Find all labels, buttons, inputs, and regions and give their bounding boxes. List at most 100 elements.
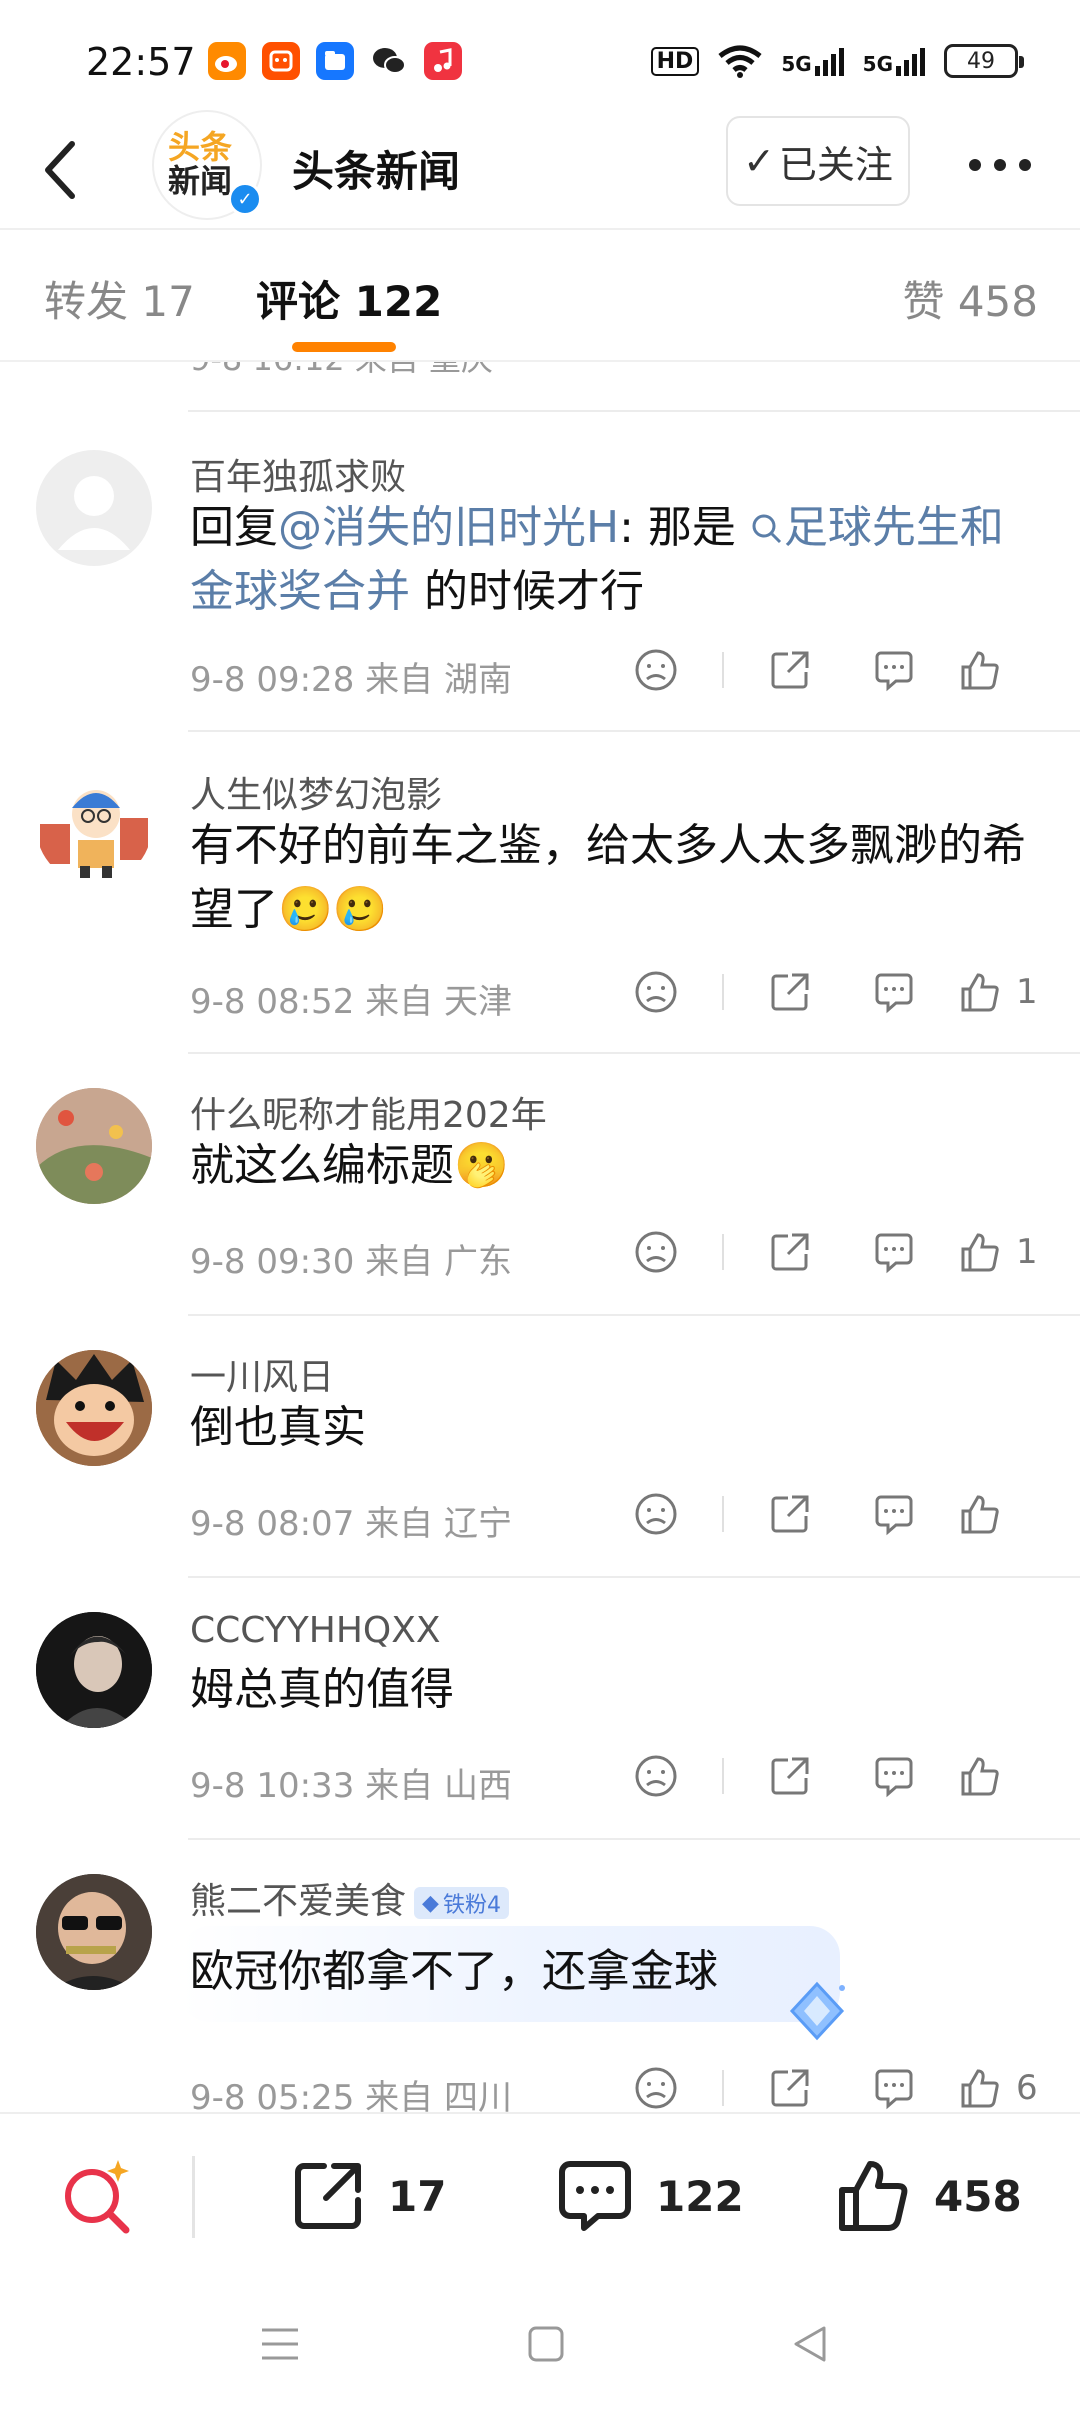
- repost-icon: [295, 2163, 361, 2229]
- like-button[interactable]: [946, 640, 1050, 700]
- bottom-action-bar: 17 122 458: [0, 2114, 1080, 2274]
- back-button[interactable]: [30, 124, 110, 214]
- dislike-button[interactable]: [604, 1746, 708, 1806]
- sad-face-icon: [635, 1493, 677, 1535]
- check-icon: ✓: [743, 139, 775, 183]
- share-icon: [771, 1495, 809, 1533]
- account-avatar[interactable]: 头条 新闻 ✓: [152, 110, 262, 220]
- like-button[interactable]: 1: [946, 1222, 1050, 1282]
- comment-meta: 9-8 09:28 来自 湖南: [190, 660, 512, 700]
- dislike-button[interactable]: [604, 1484, 708, 1544]
- sad-face-icon: [635, 1231, 677, 1273]
- repost-button[interactable]: 17: [290, 2154, 446, 2238]
- share-icon: [771, 973, 809, 1011]
- divider: [0, 228, 1080, 230]
- weibo-icon: [208, 42, 246, 80]
- like-button[interactable]: 6: [946, 2058, 1050, 2116]
- taobao-icon: [262, 42, 300, 80]
- reply-button[interactable]: [842, 1746, 946, 1806]
- avatar[interactable]: [36, 768, 152, 884]
- menu-icon: [262, 2328, 298, 2360]
- back-arrow-icon: [45, 141, 75, 199]
- tab-like[interactable]: 赞 458: [902, 268, 1038, 329]
- commenter-name[interactable]: 人生似梦幻泡影: [190, 766, 442, 818]
- like-button[interactable]: 1: [946, 962, 1050, 1022]
- list-item-partial: 9-8 16:12 来自 重庆: [190, 362, 1040, 392]
- tab-active-indicator: [292, 342, 396, 352]
- avatar[interactable]: [36, 1612, 152, 1728]
- share-button[interactable]: [738, 2058, 842, 2116]
- comment-item: 一川风日 倒也真实 9-8 08:07 来自 辽宁: [0, 1316, 1080, 1578]
- comment-icon: [875, 1233, 913, 1274]
- back-nav-button[interactable]: [780, 2314, 840, 2374]
- more-options-button[interactable]: [960, 140, 1040, 190]
- signal-icon-1: 5G: [781, 46, 844, 76]
- comment-icon: [875, 1495, 913, 1536]
- like-button[interactable]: [946, 1746, 1050, 1806]
- comment-text: 欧冠你都拿不了，还拿金球: [190, 1946, 718, 1997]
- comment-actions: 1: [604, 1222, 1050, 1282]
- dislike-button[interactable]: [604, 1222, 708, 1282]
- reply-button[interactable]: [842, 1222, 946, 1282]
- fan-badge[interactable]: ◆ 铁粉4: [414, 1887, 509, 1919]
- reply-button[interactable]: [842, 1484, 946, 1544]
- back-triangle-icon: [794, 2326, 826, 2362]
- sad-face-icon: [635, 1755, 677, 1797]
- sad-face-icon: [635, 649, 677, 691]
- like-post-button[interactable]: 458: [836, 2154, 1022, 2238]
- share-button[interactable]: [738, 1222, 842, 1282]
- home-button[interactable]: [516, 2314, 576, 2374]
- share-button[interactable]: [738, 1484, 842, 1544]
- comment-button[interactable]: 122: [556, 2154, 744, 2238]
- avatar[interactable]: [36, 450, 152, 566]
- wifi-icon: [718, 45, 762, 78]
- avatar[interactable]: [36, 1350, 152, 1466]
- avatar[interactable]: [36, 1874, 152, 1990]
- comment-list[interactable]: 9-8 16:12 来自 重庆 百年独孤求败 回复@消失的旧时光H: 那是 足球…: [0, 362, 1080, 2116]
- reply-button[interactable]: [842, 640, 946, 700]
- account-name[interactable]: 头条新闻: [292, 138, 460, 199]
- verified-icon: ✓: [228, 182, 262, 216]
- dislike-button[interactable]: [604, 962, 708, 1022]
- share-icon: [771, 651, 809, 689]
- emoji: 🥲🥲: [278, 884, 388, 935]
- menu-button[interactable]: [250, 2314, 310, 2374]
- comment-actions: 1: [604, 962, 1050, 1022]
- dislike-button[interactable]: [604, 2058, 708, 2116]
- share-icon: [771, 2069, 809, 2107]
- mention-link[interactable]: @消失的旧时光H: [278, 502, 619, 553]
- comment-meta: 9-8 05:25 来自 四川: [190, 2078, 512, 2116]
- tab-bar: 转发 17 评论 122 赞 458: [0, 232, 1080, 360]
- dislike-button[interactable]: [604, 640, 708, 700]
- divider: [192, 2156, 195, 2238]
- follow-button[interactable]: ✓ 已关注: [726, 116, 910, 206]
- share-button[interactable]: [738, 1746, 842, 1806]
- share-button[interactable]: [738, 640, 842, 700]
- commenter-name[interactable]: 什么昵称才能用202年: [190, 1086, 547, 1138]
- avatar[interactable]: [36, 1088, 152, 1204]
- reply-button[interactable]: [842, 2058, 946, 2116]
- thumbs-up-icon: [961, 1495, 999, 1534]
- comment-item: CCCYYHHQXX 姆总真的值得 9-8 10:33 来自 山西: [0, 1578, 1080, 1840]
- diamond-icon: ◆: [422, 1890, 439, 1916]
- search-icon: [752, 514, 781, 544]
- comment-text: 回复@消失的旧时光H: 那是 足球先生和金球奖合并 的时候才行: [190, 502, 1004, 617]
- hd-icon: HD: [650, 46, 700, 76]
- ai-search-button[interactable]: [56, 2154, 140, 2238]
- commenter-name[interactable]: 一川风日: [190, 1348, 334, 1400]
- like-button[interactable]: [946, 1484, 1050, 1544]
- comment-meta: 9-8 10:33 来自 山西: [190, 1766, 512, 1806]
- ai-search-icon: [65, 2160, 130, 2234]
- tab-comment[interactable]: 评论 122: [256, 268, 442, 329]
- thumbs-up-icon: [961, 973, 999, 1012]
- commenter-name[interactable]: 百年独孤求败: [190, 448, 406, 500]
- comment-meta: 9-8 08:52 来自 天津: [190, 982, 512, 1022]
- share-button[interactable]: [738, 962, 842, 1022]
- commenter-name[interactable]: CCCYYHHQXX: [190, 1610, 441, 1651]
- reply-button[interactable]: [842, 962, 946, 1022]
- status-time: 22:57: [86, 40, 196, 84]
- tab-repost[interactable]: 转发 17: [44, 268, 195, 329]
- comment-icon: [875, 2069, 913, 2110]
- comment-icon: [559, 2161, 631, 2231]
- sad-face-icon: [635, 2067, 677, 2109]
